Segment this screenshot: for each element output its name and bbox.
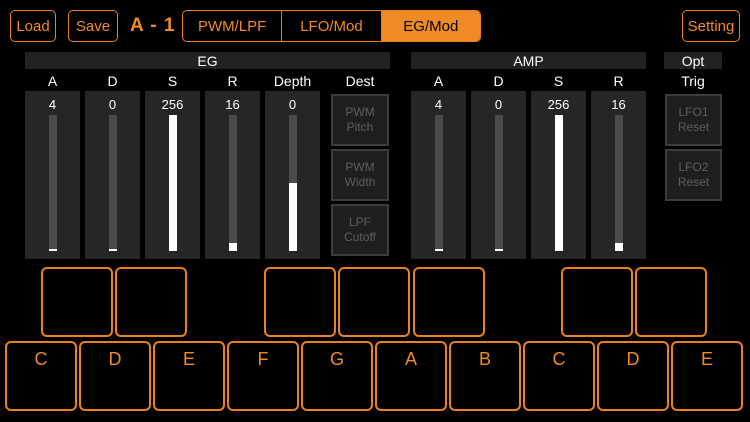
black-key[interactable]	[41, 267, 113, 337]
key-label: C	[552, 349, 566, 369]
amp-sustain-fill	[554, 115, 563, 251]
black-key[interactable]	[115, 267, 187, 337]
white-key-e-high[interactable]: E	[671, 341, 743, 411]
amp-sustain-track	[554, 115, 563, 251]
key-label: C	[34, 349, 48, 369]
amp-attack-slider[interactable]: 4	[411, 91, 466, 259]
amp-attack-label: A	[433, 73, 444, 89]
eg-attack-label: A	[47, 73, 58, 89]
white-key-d[interactable]: D	[79, 341, 151, 411]
eg-decay-value: 0	[108, 97, 117, 112]
eg-release-slider[interactable]: 16	[205, 91, 260, 259]
eg-attack-slider[interactable]: 4	[25, 91, 80, 259]
black-key[interactable]	[413, 267, 485, 337]
amp-attack-fill	[434, 248, 443, 251]
eg-depth-value: 0	[288, 97, 297, 112]
amp-attack-value: 4	[434, 97, 443, 112]
amp-section-header: AMP	[411, 52, 646, 69]
amp-release-fill	[614, 242, 623, 251]
amp-release-track	[614, 115, 623, 251]
dest-pwm-pitch-button[interactable]: PWM Pitch	[331, 94, 389, 146]
eg-decay-label: D	[107, 73, 118, 89]
amp-decay-label: D	[493, 73, 504, 89]
black-key[interactable]	[264, 267, 336, 337]
eg-release-value: 16	[225, 97, 240, 112]
amp-sustain-label: S	[553, 73, 564, 89]
white-key-b[interactable]: B	[449, 341, 521, 411]
key-label: F	[257, 349, 269, 369]
amp-release-label: R	[613, 73, 624, 89]
eg-sustain-label: S	[167, 73, 178, 89]
tab-bar: PWM/LPF LFO/Mod EG/Mod	[182, 10, 481, 42]
lfo1-reset-button[interactable]: LFO1 Reset	[665, 94, 722, 146]
amp-decay-value: 0	[494, 97, 503, 112]
tab-lfo-mod[interactable]: LFO/Mod	[282, 11, 382, 41]
eg-release-track	[228, 115, 237, 251]
dest-lpf-cutoff-button[interactable]: LPF Cutoff	[331, 204, 389, 256]
eg-attack-value: 4	[48, 97, 57, 112]
white-key-d-high[interactable]: D	[597, 341, 669, 411]
eg-decay-track	[108, 115, 117, 251]
amp-release-slider[interactable]: 16	[591, 91, 646, 259]
eg-decay-fill	[108, 248, 117, 251]
eg-sustain-track	[168, 115, 177, 251]
amp-decay-track	[494, 115, 503, 251]
trig-label: Trig	[681, 73, 705, 89]
amp-decay-slider[interactable]: 0	[471, 91, 526, 259]
key-label: G	[329, 349, 344, 369]
amp-attack-track	[434, 115, 443, 251]
eg-attack-fill	[48, 248, 57, 251]
white-key-e[interactable]: E	[153, 341, 225, 411]
preset-name: A - 1	[130, 15, 176, 36]
key-label: D	[626, 349, 640, 369]
eg-release-label: R	[227, 73, 238, 89]
white-key-a[interactable]: A	[375, 341, 447, 411]
lfo2-reset-button[interactable]: LFO2 Reset	[665, 149, 722, 201]
key-label: E	[700, 349, 713, 369]
black-key[interactable]	[635, 267, 707, 337]
amp-sustain-value: 256	[547, 97, 570, 112]
eg-depth-track	[288, 115, 297, 251]
amp-sustain-slider[interactable]: 256	[531, 91, 586, 259]
eg-depth-fill	[288, 183, 297, 251]
white-key-c[interactable]: C	[5, 341, 77, 411]
amp-release-value: 16	[611, 97, 626, 112]
eg-depth-slider[interactable]: 0	[265, 91, 320, 259]
white-key-f[interactable]: F	[227, 341, 299, 411]
eg-sustain-value: 256	[161, 97, 184, 112]
key-label: B	[478, 349, 491, 369]
white-key-c-high[interactable]: C	[523, 341, 595, 411]
white-key-g[interactable]: G	[301, 341, 373, 411]
eg-attack-track	[48, 115, 57, 251]
black-key[interactable]	[338, 267, 410, 337]
tab-eg-mod[interactable]: EG/Mod	[381, 11, 480, 41]
key-label: E	[182, 349, 195, 369]
eg-sustain-fill	[168, 115, 177, 251]
key-label: D	[108, 349, 122, 369]
eg-sustain-slider[interactable]: 256	[145, 91, 200, 259]
save-button[interactable]: Save	[68, 10, 118, 42]
eg-release-fill	[228, 242, 237, 251]
dest-pwm-width-button[interactable]: PWM Width	[331, 149, 389, 201]
key-label: A	[404, 349, 417, 369]
amp-decay-fill	[494, 248, 503, 251]
eg-dest-label: Dest	[345, 73, 375, 89]
black-key[interactable]	[561, 267, 633, 337]
eg-depth-label: Depth	[273, 73, 312, 89]
tab-pwm-lpf[interactable]: PWM/LPF	[183, 11, 283, 41]
eg-section-header: EG	[25, 52, 390, 69]
eg-decay-slider[interactable]: 0	[85, 91, 140, 259]
load-button[interactable]: Load	[10, 10, 56, 42]
setting-button[interactable]: Setting	[682, 10, 740, 42]
opt-section-header: Opt	[664, 52, 722, 69]
